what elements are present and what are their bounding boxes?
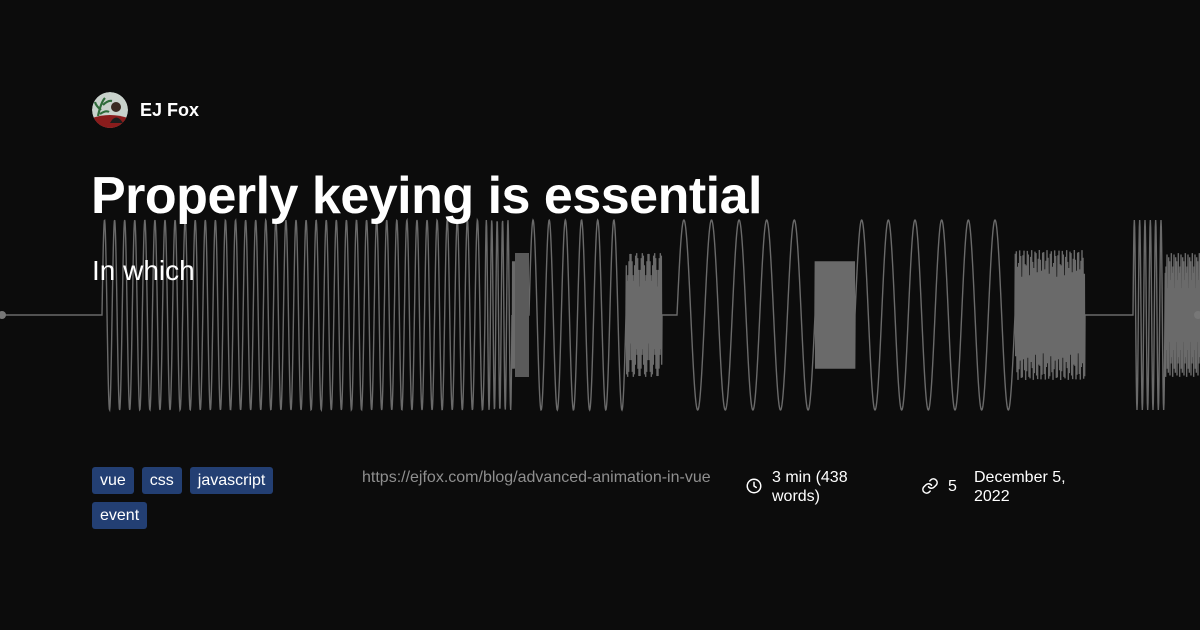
avatar <box>92 92 128 128</box>
waveform-block <box>515 253 529 377</box>
post-subtitle: In which <box>92 255 195 286</box>
tag-vue[interactable]: vue <box>92 467 134 494</box>
tag-javascript[interactable]: javascript <box>189 467 274 494</box>
tag-event[interactable]: event <box>92 502 148 529</box>
link-count: 5 <box>921 468 957 496</box>
reading-time: 3 min (438 words) <box>745 468 892 506</box>
link-count-value: 5 <box>948 478 957 495</box>
post-title: Properly keying is essential <box>91 167 763 225</box>
waveform-line <box>0 217 1200 413</box>
post-url[interactable]: https://ejfox.com/blog/advanced-animatio… <box>362 468 722 487</box>
author-name[interactable]: EJ Fox <box>140 100 199 121</box>
tag-css[interactable]: css <box>141 467 182 494</box>
tag-list: vue css javascript event <box>92 467 302 529</box>
waveform-start-dot <box>0 311 6 319</box>
reading-time-text: 3 min (438 words) <box>772 469 848 505</box>
link-icon <box>921 477 939 495</box>
clock-icon <box>745 477 763 495</box>
post-date: December 5, 2022 <box>974 469 1066 505</box>
author[interactable]: EJ Fox <box>92 92 199 128</box>
